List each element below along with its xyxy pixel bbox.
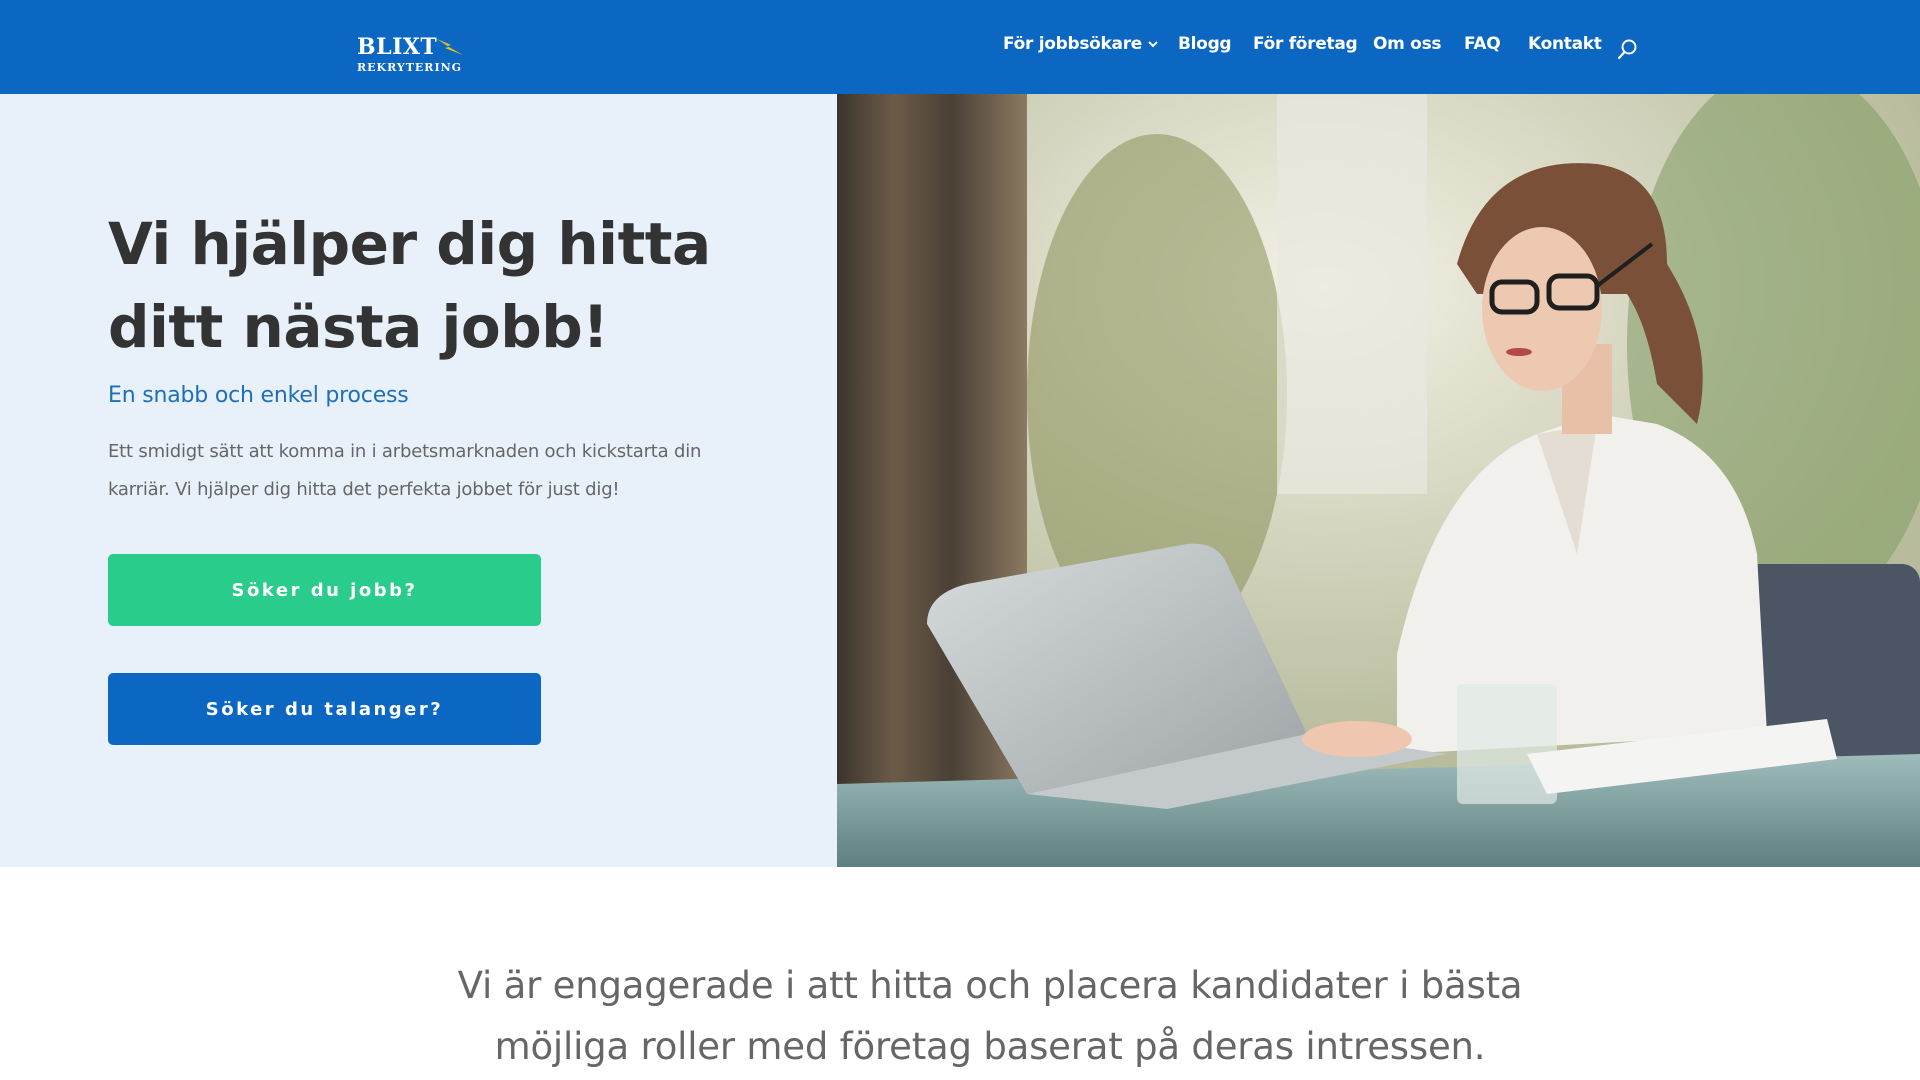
nav-item-label: Blogg bbox=[1178, 34, 1232, 54]
nav-item-blogg[interactable]: Blogg bbox=[1178, 34, 1232, 60]
looking-for-job-button[interactable]: Söker du jobb? bbox=[108, 554, 541, 626]
hero-description: Ett smidigt sätt att komma in i arbetsma… bbox=[108, 441, 702, 500]
hero-title: Vi hjälper dig hitta ditt nästa jobb! bbox=[108, 210, 711, 361]
nav-item-for-foretag[interactable]: För företag bbox=[1253, 34, 1358, 60]
site-header: BLIXT REKRYTERING För jobbsökare Blogg F… bbox=[0, 0, 1920, 94]
search-icon[interactable] bbox=[1616, 37, 1640, 61]
logo[interactable]: BLIXT REKRYTERING bbox=[355, 34, 470, 78]
nav-item-jobbsokare[interactable]: För jobbsökare bbox=[1003, 34, 1158, 60]
chevron-down-icon bbox=[1148, 41, 1158, 48]
button-label: Söker du talanger? bbox=[205, 698, 444, 720]
mission-statement: Vi är engagerade i att hitta och placera… bbox=[457, 964, 1523, 1068]
nav-item-kontakt[interactable]: Kontakt bbox=[1528, 34, 1602, 60]
nav-item-om-oss[interactable]: Om oss bbox=[1373, 34, 1442, 60]
logo-wordmark: BLIXT bbox=[357, 34, 438, 60]
nav-item-label: Om oss bbox=[1373, 34, 1442, 54]
lightning-bolt-icon bbox=[437, 39, 463, 55]
button-label: Söker du jobb? bbox=[231, 579, 418, 601]
nav-item-label: FAQ bbox=[1464, 34, 1501, 54]
logo-tagline: REKRYTERING bbox=[357, 61, 463, 74]
looking-for-talent-button[interactable]: Söker du talanger? bbox=[108, 673, 541, 745]
nav-item-faq[interactable]: FAQ bbox=[1464, 34, 1501, 60]
hero-image bbox=[837, 94, 1920, 867]
nav-item-label: Kontakt bbox=[1528, 34, 1602, 54]
hero-subtitle: En snabb och enkel process bbox=[108, 383, 409, 408]
nav-item-label: För jobbsökare bbox=[1003, 34, 1143, 54]
nav-item-label: För företag bbox=[1253, 34, 1358, 54]
woman-laptop-illustration bbox=[837, 94, 1920, 867]
